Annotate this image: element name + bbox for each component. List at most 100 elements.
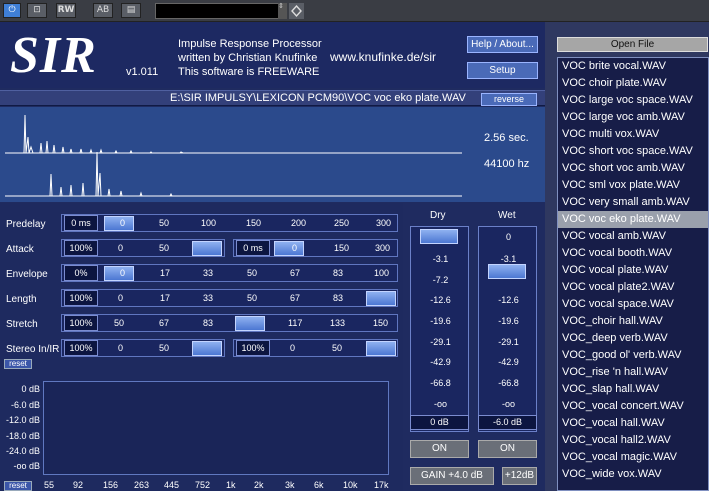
length-knob[interactable] xyxy=(366,291,396,306)
predelay-tick: 300 xyxy=(376,218,392,228)
wet-fader[interactable]: 0 -3.1 -12.6 -19.6 -29.1 -42.9 -66.8 -oo xyxy=(478,226,537,432)
eq-freq-label: 1k xyxy=(226,480,236,490)
plus12db-button[interactable]: +12dB xyxy=(502,467,537,485)
attack-slider[interactable]: 100% 0 50 xyxy=(61,239,225,257)
help-about-button[interactable]: Help / About... xyxy=(467,36,538,53)
envelope-tick: 0 xyxy=(120,268,126,278)
file-list-item[interactable]: VOC_vocal magic.WAV xyxy=(558,449,708,466)
file-list-item[interactable]: VOC very small amb.WAV xyxy=(558,194,708,211)
eq-freq-label: 3k xyxy=(285,480,295,490)
preset-menu-icon[interactable] xyxy=(289,3,304,19)
file-list-item[interactable]: VOC voc eko plate.WAV xyxy=(558,211,708,228)
file-list-item[interactable]: VOC vocal booth.WAV xyxy=(558,245,708,262)
website-link[interactable]: www.knufinke.de/sir xyxy=(330,50,436,64)
file-list-item[interactable]: VOC sml vox plate.WAV xyxy=(558,177,708,194)
eq-graph[interactable] xyxy=(43,381,389,475)
stereo-ir-knob[interactable] xyxy=(366,341,396,356)
ab-button[interactable]: AB xyxy=(93,3,113,18)
file-list-item[interactable]: VOC short voc space.WAV xyxy=(558,143,708,160)
stretch-slider[interactable]: 100% 50 67 83 117 133 150 xyxy=(61,314,398,332)
length-tick: 0 xyxy=(118,293,124,303)
file-list-item[interactable]: VOC_deep verb.WAV xyxy=(558,330,708,347)
gain-button[interactable]: GAIN +4.0 dB xyxy=(410,467,494,485)
file-list-item[interactable]: VOC multi vox.WAV xyxy=(558,126,708,143)
dry-tick: -7.2 xyxy=(432,275,449,285)
predelay-tick: 250 xyxy=(334,218,350,228)
attack-knob[interactable] xyxy=(192,241,222,256)
dry-on-button[interactable]: ON xyxy=(410,440,469,458)
file-list-item[interactable]: VOC large voc amb.WAV xyxy=(558,109,708,126)
file-list-item[interactable]: VOC vocal plate2.WAV xyxy=(558,279,708,296)
attack-time-tick: 300 xyxy=(375,243,391,253)
eq-reset-top-button[interactable]: reset xyxy=(4,359,32,369)
file-list-item[interactable]: VOC choir plate.WAV xyxy=(558,75,708,92)
dry-tick: -oo xyxy=(433,399,447,409)
stereo-label: Stereo In/IR xyxy=(6,344,60,355)
setup-button[interactable]: Setup xyxy=(467,62,538,79)
stretch-tick: 150 xyxy=(373,318,389,328)
eq-reset-bottom-button[interactable]: reset xyxy=(4,481,32,491)
attack-time-slider[interactable]: 0 ms 0 150 300 xyxy=(233,239,398,257)
predelay-slider[interactable]: 0 ms 0 50 100 150 200 250 300 xyxy=(61,214,398,232)
stereo-in-value: 100% xyxy=(64,340,98,356)
read-write-button[interactable]: RW xyxy=(56,3,76,18)
eq-freq-label: 6k xyxy=(314,480,324,490)
stereo-in-knob[interactable] xyxy=(192,341,222,356)
file-list-item[interactable]: VOC vocal amb.WAV xyxy=(558,228,708,245)
eq-db-label: -12.0 dB xyxy=(5,415,40,425)
wet-fader-knob[interactable] xyxy=(488,264,526,279)
eq-freq-label: 92 xyxy=(73,480,84,490)
file-list-item[interactable]: VOC_vocal concert.WAV xyxy=(558,398,708,415)
wet-on-button[interactable]: ON xyxy=(478,440,537,458)
eq-db-label: 0 dB xyxy=(21,384,40,394)
file-list-item[interactable]: VOC_vocal hall.WAV xyxy=(558,415,708,432)
file-list[interactable]: VOC brite vocal.WAV VOC choir plate.WAV VO… xyxy=(557,57,709,491)
stereo-ir-tick: 50 xyxy=(332,343,343,353)
wet-tick: -oo xyxy=(501,399,515,409)
file-list-item[interactable]: VOC_good ol' verb.WAV xyxy=(558,347,708,364)
dry-tick: -19.6 xyxy=(430,316,451,326)
open-file-button[interactable]: Open File xyxy=(557,37,708,52)
dry-fader-knob[interactable] xyxy=(420,229,458,244)
file-list-item[interactable]: VOC large voc space.WAV xyxy=(558,92,708,109)
ir-sample-rate: 44100 hz xyxy=(484,158,530,170)
file-list-item[interactable]: VOC short voc amb.WAV xyxy=(558,160,708,177)
attack-time-knob[interactable] xyxy=(274,241,304,256)
file-list-item[interactable]: VOC_slap hall.WAV xyxy=(558,381,708,398)
wet-tick: 0 xyxy=(505,232,511,242)
stereo-in-slider[interactable]: 100% 0 50 xyxy=(61,339,225,357)
power-icon[interactable]: ⏻ xyxy=(3,3,21,18)
length-tick: 50 xyxy=(247,293,258,303)
file-list-item[interactable]: VOC vocal plate.WAV xyxy=(558,262,708,279)
eq-freq-label: 2k xyxy=(254,480,264,490)
file-list-item[interactable]: VOC_choir hall.WAV xyxy=(558,313,708,330)
preset-field[interactable] xyxy=(155,3,287,19)
envelope-slider[interactable]: 0% 0 17 33 50 67 83 100 xyxy=(61,264,398,282)
predelay-tick: 150 xyxy=(246,218,262,228)
stretch-tick: 117 xyxy=(288,318,303,328)
reverse-button[interactable]: reverse xyxy=(481,93,537,106)
author: written by Christian Knufinke xyxy=(178,52,318,64)
preset-arrows-icon[interactable]: ⇕ xyxy=(278,3,287,19)
eq-db-label: -6.0 dB xyxy=(10,400,40,410)
wet-label: Wet xyxy=(498,210,516,221)
menu-icon[interactable]: ▤ xyxy=(121,3,141,18)
file-list-item[interactable]: VOC_rise 'n hall.WAV xyxy=(558,364,708,381)
file-list-item[interactable]: VOC vocal space.WAV xyxy=(558,296,708,313)
envelope-knob[interactable] xyxy=(104,266,134,281)
wet-tick: -19.6 xyxy=(498,316,519,326)
stereo-in-tick: 0 xyxy=(118,343,124,353)
compare-button[interactable]: ⊡ xyxy=(27,3,47,18)
stereo-ir-tick: 0 xyxy=(290,343,296,353)
stereo-ir-slider[interactable]: 100% 0 50 xyxy=(233,339,398,357)
file-list-item[interactable]: VOC_vocal hall2.WAV xyxy=(558,432,708,449)
dry-tick: -66.8 xyxy=(430,378,451,388)
predelay-tick: 100 xyxy=(201,218,217,228)
file-list-item[interactable]: VOC_wide vox.WAV xyxy=(558,466,708,483)
length-slider[interactable]: 100% 0 17 33 50 67 83 xyxy=(61,289,398,307)
envelope-tick: 67 xyxy=(290,268,301,278)
dry-fader[interactable]: -3.1 -7.2 -12.6 -19.6 -29.1 -42.9 -66.8 … xyxy=(410,226,469,432)
stretch-knob[interactable] xyxy=(235,316,265,331)
predelay-knob[interactable] xyxy=(104,216,134,231)
file-list-item[interactable]: VOC brite vocal.WAV xyxy=(558,58,708,75)
